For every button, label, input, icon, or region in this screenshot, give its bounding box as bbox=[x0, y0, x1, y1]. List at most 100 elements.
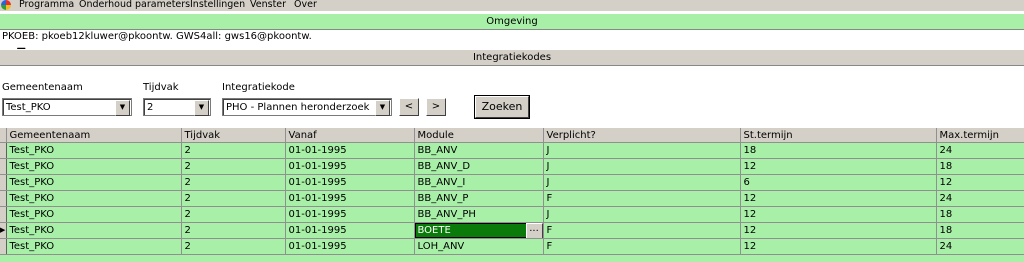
current-row-indicator-icon[interactable]: ▶ bbox=[0, 222, 7, 239]
cell-max-termijn[interactable]: 24 bbox=[936, 238, 1024, 255]
integratiekode-select[interactable]: PHO - Plannen heronderzoek ▼ bbox=[222, 98, 392, 116]
cell-value: 12 bbox=[743, 161, 757, 172]
cell-tijdvak[interactable]: 2 bbox=[181, 206, 286, 223]
cell-st-termijn[interactable]: 12 bbox=[740, 222, 937, 239]
cell-gemeentenaam[interactable]: Test_PKO bbox=[6, 158, 182, 175]
cell-module[interactable]: BOETE... bbox=[414, 222, 544, 239]
gemeentenaam-value: Test_PKO bbox=[6, 102, 51, 113]
cell-module[interactable]: BB_ANV bbox=[414, 142, 544, 159]
app-icon[interactable] bbox=[1, 0, 11, 10]
grid-header-row: Gemeentenaam Tijdvak Vanaf Module Verpli… bbox=[0, 128, 1024, 143]
menu-onderhoud-parameters[interactable]: Onderhoud parameters bbox=[79, 0, 190, 10]
cell-tijdvak[interactable]: 2 bbox=[181, 222, 286, 239]
cell-vanaf[interactable]: 01-01-1995 bbox=[285, 142, 415, 159]
column-header-max-termijn[interactable]: Max.termijn bbox=[936, 128, 1024, 143]
cell-verplicht[interactable]: J bbox=[543, 142, 741, 159]
cell-verplicht[interactable]: J bbox=[543, 158, 741, 175]
chevron-down-icon[interactable]: ▼ bbox=[375, 100, 390, 116]
tijdvak-select[interactable]: 2 ▼ bbox=[143, 98, 211, 116]
cell-value: 12 bbox=[743, 193, 757, 204]
cell-max-termijn[interactable]: 12 bbox=[936, 174, 1024, 191]
cell-max-termijn[interactable]: 18 bbox=[936, 206, 1024, 223]
column-header-gemeentenaam[interactable]: Gemeentenaam bbox=[6, 128, 182, 143]
integratiekodes-header: Integratiekodes bbox=[0, 49, 1024, 66]
cell-tijdvak[interactable]: 2 bbox=[181, 158, 286, 175]
column-header-vanaf[interactable]: Vanaf bbox=[285, 128, 415, 143]
menu-instellingen[interactable]: Instellingen bbox=[190, 0, 245, 10]
cell-verplicht[interactable]: F bbox=[543, 190, 741, 207]
previous-button[interactable]: < bbox=[399, 98, 419, 116]
cell-max-termijn[interactable]: 18 bbox=[936, 158, 1024, 175]
column-header-module[interactable]: Module bbox=[414, 128, 544, 143]
cell-value: 12 bbox=[743, 209, 757, 220]
cell-st-termijn[interactable]: 18 bbox=[740, 142, 937, 159]
cell-value: Test_PKO bbox=[9, 193, 55, 204]
menu-venster[interactable]: Venster bbox=[250, 0, 286, 10]
table-row[interactable]: Test_PKO 2 01-01-1995 BB_ANV_PH J 12 18 bbox=[0, 206, 1024, 223]
cell-vanaf[interactable]: 01-01-1995 bbox=[285, 238, 415, 255]
cell-st-termijn[interactable]: 6 bbox=[740, 174, 937, 191]
cell-vanaf[interactable]: 01-01-1995 bbox=[285, 158, 415, 175]
cell-tijdvak[interactable]: 2 bbox=[181, 142, 286, 159]
cell-gemeentenaam[interactable]: Test_PKO bbox=[6, 174, 182, 191]
column-header-st-termijn[interactable]: St.termijn bbox=[740, 128, 937, 143]
ellipsis-button[interactable]: ... bbox=[525, 223, 542, 238]
cell-verplicht[interactable]: F bbox=[543, 222, 741, 239]
cell-gemeentenaam[interactable]: Test_PKO bbox=[6, 238, 182, 255]
cell-vanaf[interactable]: 01-01-1995 bbox=[285, 174, 415, 191]
integratiekode-label: Integratiekode bbox=[222, 82, 295, 93]
menu-bar: Programma Onderhoud parameters Instellin… bbox=[0, 0, 1024, 11]
cell-module[interactable]: LOH_ANV bbox=[414, 238, 544, 255]
cell-value: 2 bbox=[184, 145, 191, 156]
cell-max-termijn[interactable]: 24 bbox=[936, 190, 1024, 207]
cell-gemeentenaam[interactable]: Test_PKO bbox=[6, 206, 182, 223]
tijdvak-value: 2 bbox=[147, 102, 154, 113]
menu-programma[interactable]: Programma bbox=[19, 0, 74, 10]
table-row[interactable]: Test_PKO 2 01-01-1995 BB_ANV_P F 12 24 bbox=[0, 190, 1024, 207]
cell-vanaf[interactable]: 01-01-1995 bbox=[285, 206, 415, 223]
cell-value: 18 bbox=[743, 145, 757, 156]
column-header-verplicht[interactable]: Verplicht? bbox=[543, 128, 741, 143]
cell-value: 01-01-1995 bbox=[288, 193, 347, 204]
cell-tijdvak[interactable]: 2 bbox=[181, 174, 286, 191]
column-header-tijdvak[interactable]: Tijdvak bbox=[181, 128, 286, 143]
cell-value: BB_ANV bbox=[417, 145, 458, 156]
cell-st-termijn[interactable]: 12 bbox=[740, 206, 937, 223]
cell-st-termijn[interactable]: 12 bbox=[740, 158, 937, 175]
cell-module[interactable]: BB_ANV_I bbox=[414, 174, 544, 191]
cell-vanaf[interactable]: 01-01-1995 bbox=[285, 190, 415, 207]
cell-module[interactable]: BB_ANV_PH bbox=[414, 206, 544, 223]
cell-verplicht[interactable]: J bbox=[543, 206, 741, 223]
cell-st-termijn[interactable]: 12 bbox=[740, 190, 937, 207]
cell-value: BB_ANV_PH bbox=[417, 209, 476, 220]
integratiekodes-grid: Gemeentenaam Tijdvak Vanaf Module Verpli… bbox=[0, 128, 1024, 262]
chevron-down-icon[interactable]: ▼ bbox=[194, 100, 209, 116]
cell-gemeentenaam[interactable]: Test_PKO bbox=[6, 190, 182, 207]
cell-verplicht[interactable]: J bbox=[543, 174, 741, 191]
cell-module[interactable]: BB_ANV_D bbox=[414, 158, 544, 175]
cell-tijdvak[interactable]: 2 bbox=[181, 190, 286, 207]
next-button[interactable]: > bbox=[426, 98, 446, 116]
gemeentenaam-select[interactable]: Test_PKO ▼ bbox=[2, 98, 132, 116]
cell-max-termijn[interactable]: 18 bbox=[936, 222, 1024, 239]
table-row[interactable]: Test_PKO 2 01-01-1995 BB_ANV_I J 6 12 bbox=[0, 174, 1024, 191]
table-row[interactable]: ▶ Test_PKO 2 01-01-1995 BOETE... F 12 18 bbox=[0, 222, 1024, 239]
cell-module[interactable]: BB_ANV_P bbox=[414, 190, 544, 207]
cell-max-termijn[interactable]: 24 bbox=[936, 142, 1024, 159]
cell-vanaf[interactable]: 01-01-1995 bbox=[285, 222, 415, 239]
table-row[interactable]: Test_PKO 2 01-01-1995 LOH_ANV F 12 24 bbox=[0, 238, 1024, 255]
tijdvak-label: Tijdvak bbox=[143, 82, 179, 93]
cell-value: BOETE bbox=[417, 225, 451, 236]
zoeken-button[interactable]: Zoeken bbox=[474, 95, 530, 119]
chevron-down-icon[interactable]: ▼ bbox=[115, 100, 130, 116]
cell-value: Test_PKO bbox=[9, 145, 55, 156]
cell-gemeentenaam[interactable]: Test_PKO bbox=[6, 222, 182, 239]
table-row[interactable]: Test_PKO 2 01-01-1995 BB_ANV_D J 12 18 bbox=[0, 158, 1024, 175]
cell-value: 6 bbox=[743, 177, 750, 188]
table-row[interactable]: Test_PKO 2 01-01-1995 BB_ANV J 18 24 bbox=[0, 142, 1024, 159]
cell-st-termijn[interactable]: 12 bbox=[740, 238, 937, 255]
cell-gemeentenaam[interactable]: Test_PKO bbox=[6, 142, 182, 159]
menu-over[interactable]: Over bbox=[294, 0, 317, 10]
cell-tijdvak[interactable]: 2 bbox=[181, 238, 286, 255]
cell-verplicht[interactable]: F bbox=[543, 238, 741, 255]
